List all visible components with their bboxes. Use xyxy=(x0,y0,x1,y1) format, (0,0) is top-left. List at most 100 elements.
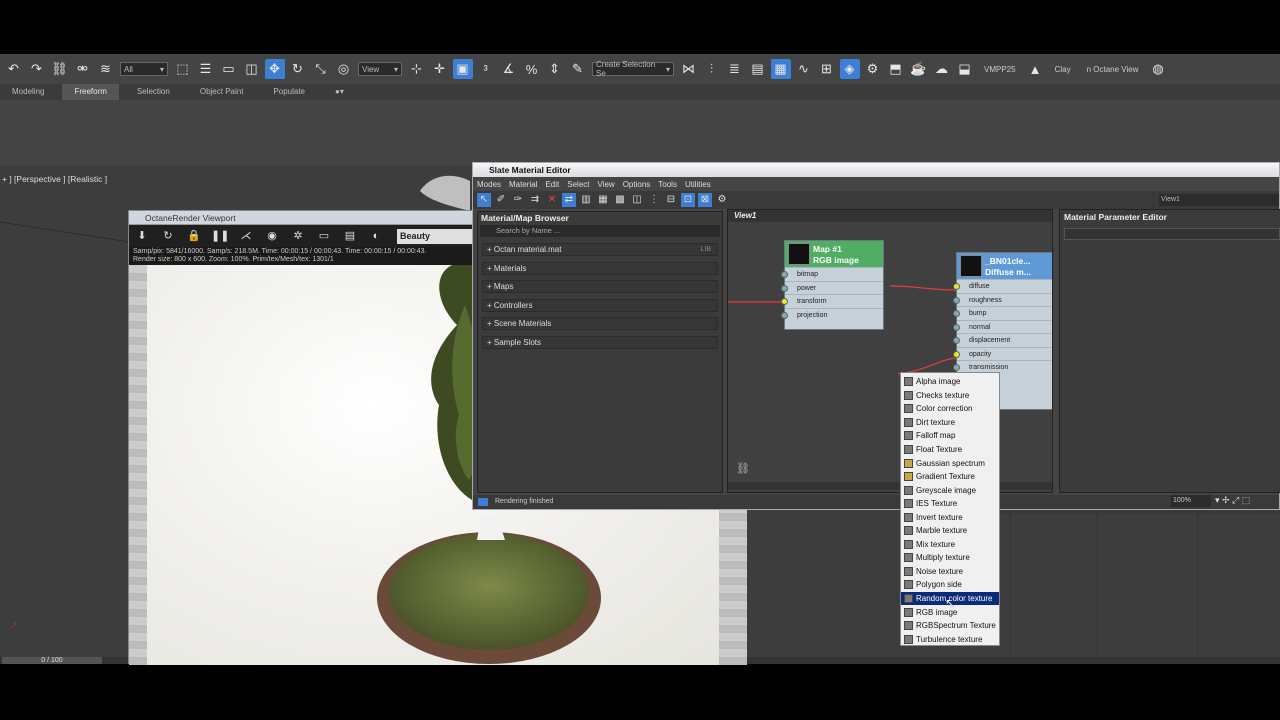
slot-power[interactable]: power xyxy=(781,280,883,295)
menu-tools[interactable]: Tools xyxy=(658,180,677,189)
scene-explorer-icon[interactable]: ▦ xyxy=(770,59,791,79)
snap-toggle-icon[interactable]: ³ xyxy=(476,59,496,79)
menu-item-dirt-texture[interactable]: Dirt texture xyxy=(901,416,999,430)
spinner-snap-icon[interactable]: ⇕ xyxy=(545,59,565,79)
browser-group-octan-material[interactable]: + Octan material.mat LIB xyxy=(482,243,718,256)
browser-group-scene-materials[interactable]: + Scene Materials xyxy=(482,317,718,330)
pick-material-icon[interactable]: ✐ xyxy=(494,193,508,207)
angle-snap-icon[interactable]: ∡ xyxy=(499,59,519,79)
mirror-icon[interactable]: ⋈ xyxy=(679,59,699,79)
menu-item-mix-texture[interactable]: Mix texture xyxy=(901,538,999,552)
zoom-tools-icons[interactable]: ▾ ✢ ⤢ ⬚ xyxy=(1215,495,1250,506)
menu-item-gradient-texture[interactable]: Gradient Texture xyxy=(901,470,999,484)
percent-snap-icon[interactable]: % xyxy=(522,59,542,79)
slot-bitmap[interactable]: bitmap xyxy=(781,267,883,281)
reference-coord-dropdown[interactable]: View ▾ xyxy=(358,62,402,76)
select-by-material-icon[interactable]: ⊠ xyxy=(698,193,712,207)
slot-bump[interactable]: bump xyxy=(953,306,1052,320)
slot-opacity[interactable]: opacity xyxy=(953,346,1052,361)
browser-group-materials[interactable]: + Materials xyxy=(482,262,718,275)
slot-displacement[interactable]: displacement xyxy=(953,333,1052,347)
show-map-icon[interactable]: ▦ xyxy=(596,193,610,207)
move-icon[interactable]: ✥ xyxy=(264,59,285,79)
menu-item-multiply-texture[interactable]: Multiply texture xyxy=(901,551,999,565)
align-icon[interactable]: ⫶ xyxy=(702,59,722,79)
browser-search-input[interactable]: Search by Name ... xyxy=(480,225,720,237)
hide-unused-slots-icon[interactable]: ▥ xyxy=(579,193,593,207)
menu-edit[interactable]: Edit xyxy=(545,180,559,189)
slot-normal[interactable]: normal xyxy=(953,319,1052,334)
clay-mode-icon[interactable]: ◐ xyxy=(367,228,385,244)
layer-manager-icon[interactable]: ≣ xyxy=(725,59,745,79)
menu-item-ies-texture[interactable]: IES Texture xyxy=(901,497,999,511)
render-icon[interactable]: ☕ xyxy=(909,59,929,79)
menu-item-gaussian-spectrum[interactable]: Gaussian spectrum xyxy=(901,456,999,470)
menu-view[interactable]: View xyxy=(598,180,615,189)
pivot-icon[interactable]: ⊹ xyxy=(407,59,427,79)
menu-item-color-correction[interactable]: Color correction xyxy=(901,402,999,416)
slot-roughness[interactable]: roughness xyxy=(953,292,1052,307)
layout-all-icon[interactable]: ◫ xyxy=(630,193,644,207)
delete-icon[interactable]: ✕ xyxy=(545,193,559,207)
bind-spacewarp-icon[interactable]: ≋ xyxy=(96,59,116,79)
select-by-name-icon[interactable]: ☰ xyxy=(196,59,216,79)
material-map-nav-icon[interactable]: ⊟ xyxy=(664,193,678,207)
navigator-icon[interactable]: ⛓ xyxy=(736,462,750,475)
put-material-icon[interactable]: ✑ xyxy=(511,193,525,207)
save-render-icon[interactable]: ⬇ xyxy=(133,228,151,244)
keyboard-shortcut-icon[interactable]: ▣ xyxy=(452,59,473,79)
slate-title-bar[interactable]: Slate Material Editor xyxy=(473,163,1279,177)
ribbon-options-icon[interactable]: ●▾ xyxy=(323,84,356,100)
material-editor-icon[interactable]: ◈ xyxy=(839,59,860,79)
menu-item-invert-texture[interactable]: Invert texture xyxy=(901,510,999,524)
slot-diffuse[interactable]: diffuse xyxy=(953,279,1052,293)
view-dropdown[interactable]: View1 xyxy=(1159,194,1279,206)
menu-select[interactable]: Select xyxy=(567,180,589,189)
slot-socket[interactable] xyxy=(953,337,960,344)
layout-children-icon[interactable]: ⋮ xyxy=(647,193,661,207)
menu-item-noise-texture[interactable]: Noise texture xyxy=(901,565,999,579)
scale-icon[interactable]: ⤡ xyxy=(311,59,331,79)
slot-transform[interactable]: transform xyxy=(781,294,883,308)
focus-picker-icon[interactable]: ✲ xyxy=(289,228,307,244)
schematic-view-icon[interactable]: ⊞ xyxy=(817,59,837,79)
menu-item-checks-texture[interactable]: Checks texture xyxy=(901,389,999,403)
browser-group-controllers[interactable]: + Controllers xyxy=(482,299,718,312)
slot-socket[interactable] xyxy=(953,310,960,317)
region-render-icon[interactable]: ▭ xyxy=(315,228,333,244)
render-setup-icon[interactable]: ⚙ xyxy=(863,59,883,79)
pause-icon[interactable]: ❚❚ xyxy=(211,228,229,244)
menu-options[interactable]: Options xyxy=(623,180,651,189)
render-production-icon[interactable]: ☁ xyxy=(932,59,952,79)
menu-modes[interactable]: Modes xyxy=(477,180,501,189)
select-object-icon[interactable]: ⬚ xyxy=(173,59,193,79)
restart-render-icon[interactable]: ↻ xyxy=(159,228,177,244)
move-children-icon[interactable]: ⇄ xyxy=(562,193,576,207)
user-icon[interactable]: ▲ xyxy=(1025,59,1045,79)
menu-item-float-texture[interactable]: Float Texture xyxy=(901,443,999,457)
rectangular-selection-icon[interactable]: ▭ xyxy=(219,59,239,79)
show-background-icon[interactable]: ▩ xyxy=(613,193,627,207)
node-view[interactable]: View1 Map #1 RGB image bitmap power tran… xyxy=(727,209,1053,493)
edit-named-sets-icon[interactable]: ✎ xyxy=(568,59,588,79)
tab-populate[interactable]: Populate xyxy=(261,84,317,100)
slot-socket[interactable] xyxy=(953,323,960,331)
camera-response-icon[interactable]: ⋌ xyxy=(237,228,255,244)
named-selection-sets-dropdown[interactable]: Create Selection Se ▾ xyxy=(592,60,674,78)
browser-group-sample-slots[interactable]: + Sample Slots xyxy=(482,336,718,349)
redo-icon[interactable]: ↷ xyxy=(27,59,47,79)
window-crossing-icon[interactable]: ◫ xyxy=(242,59,262,79)
rendered-frame-icon[interactable]: ⬒ xyxy=(886,59,906,79)
browser-group-maps[interactable]: + Maps xyxy=(482,280,718,293)
slot-socket[interactable] xyxy=(781,271,788,278)
slot-socket[interactable] xyxy=(953,364,960,371)
unlink-icon[interactable]: ⚮ xyxy=(73,59,93,79)
tab-freeform[interactable]: Freeform xyxy=(62,84,119,100)
node-view-scrollbar[interactable] xyxy=(728,482,1052,490)
curve-editor-icon[interactable]: ∿ xyxy=(794,59,814,79)
toolbar-label-octane-view[interactable]: n Octane View xyxy=(1087,65,1139,74)
link-icon[interactable]: ⛓ xyxy=(50,59,70,79)
parameter-name-field[interactable] xyxy=(1064,228,1280,240)
toolbar-label-vmpp[interactable]: VMPP25 xyxy=(984,65,1016,74)
tab-modeling[interactable]: Modeling xyxy=(0,84,56,100)
